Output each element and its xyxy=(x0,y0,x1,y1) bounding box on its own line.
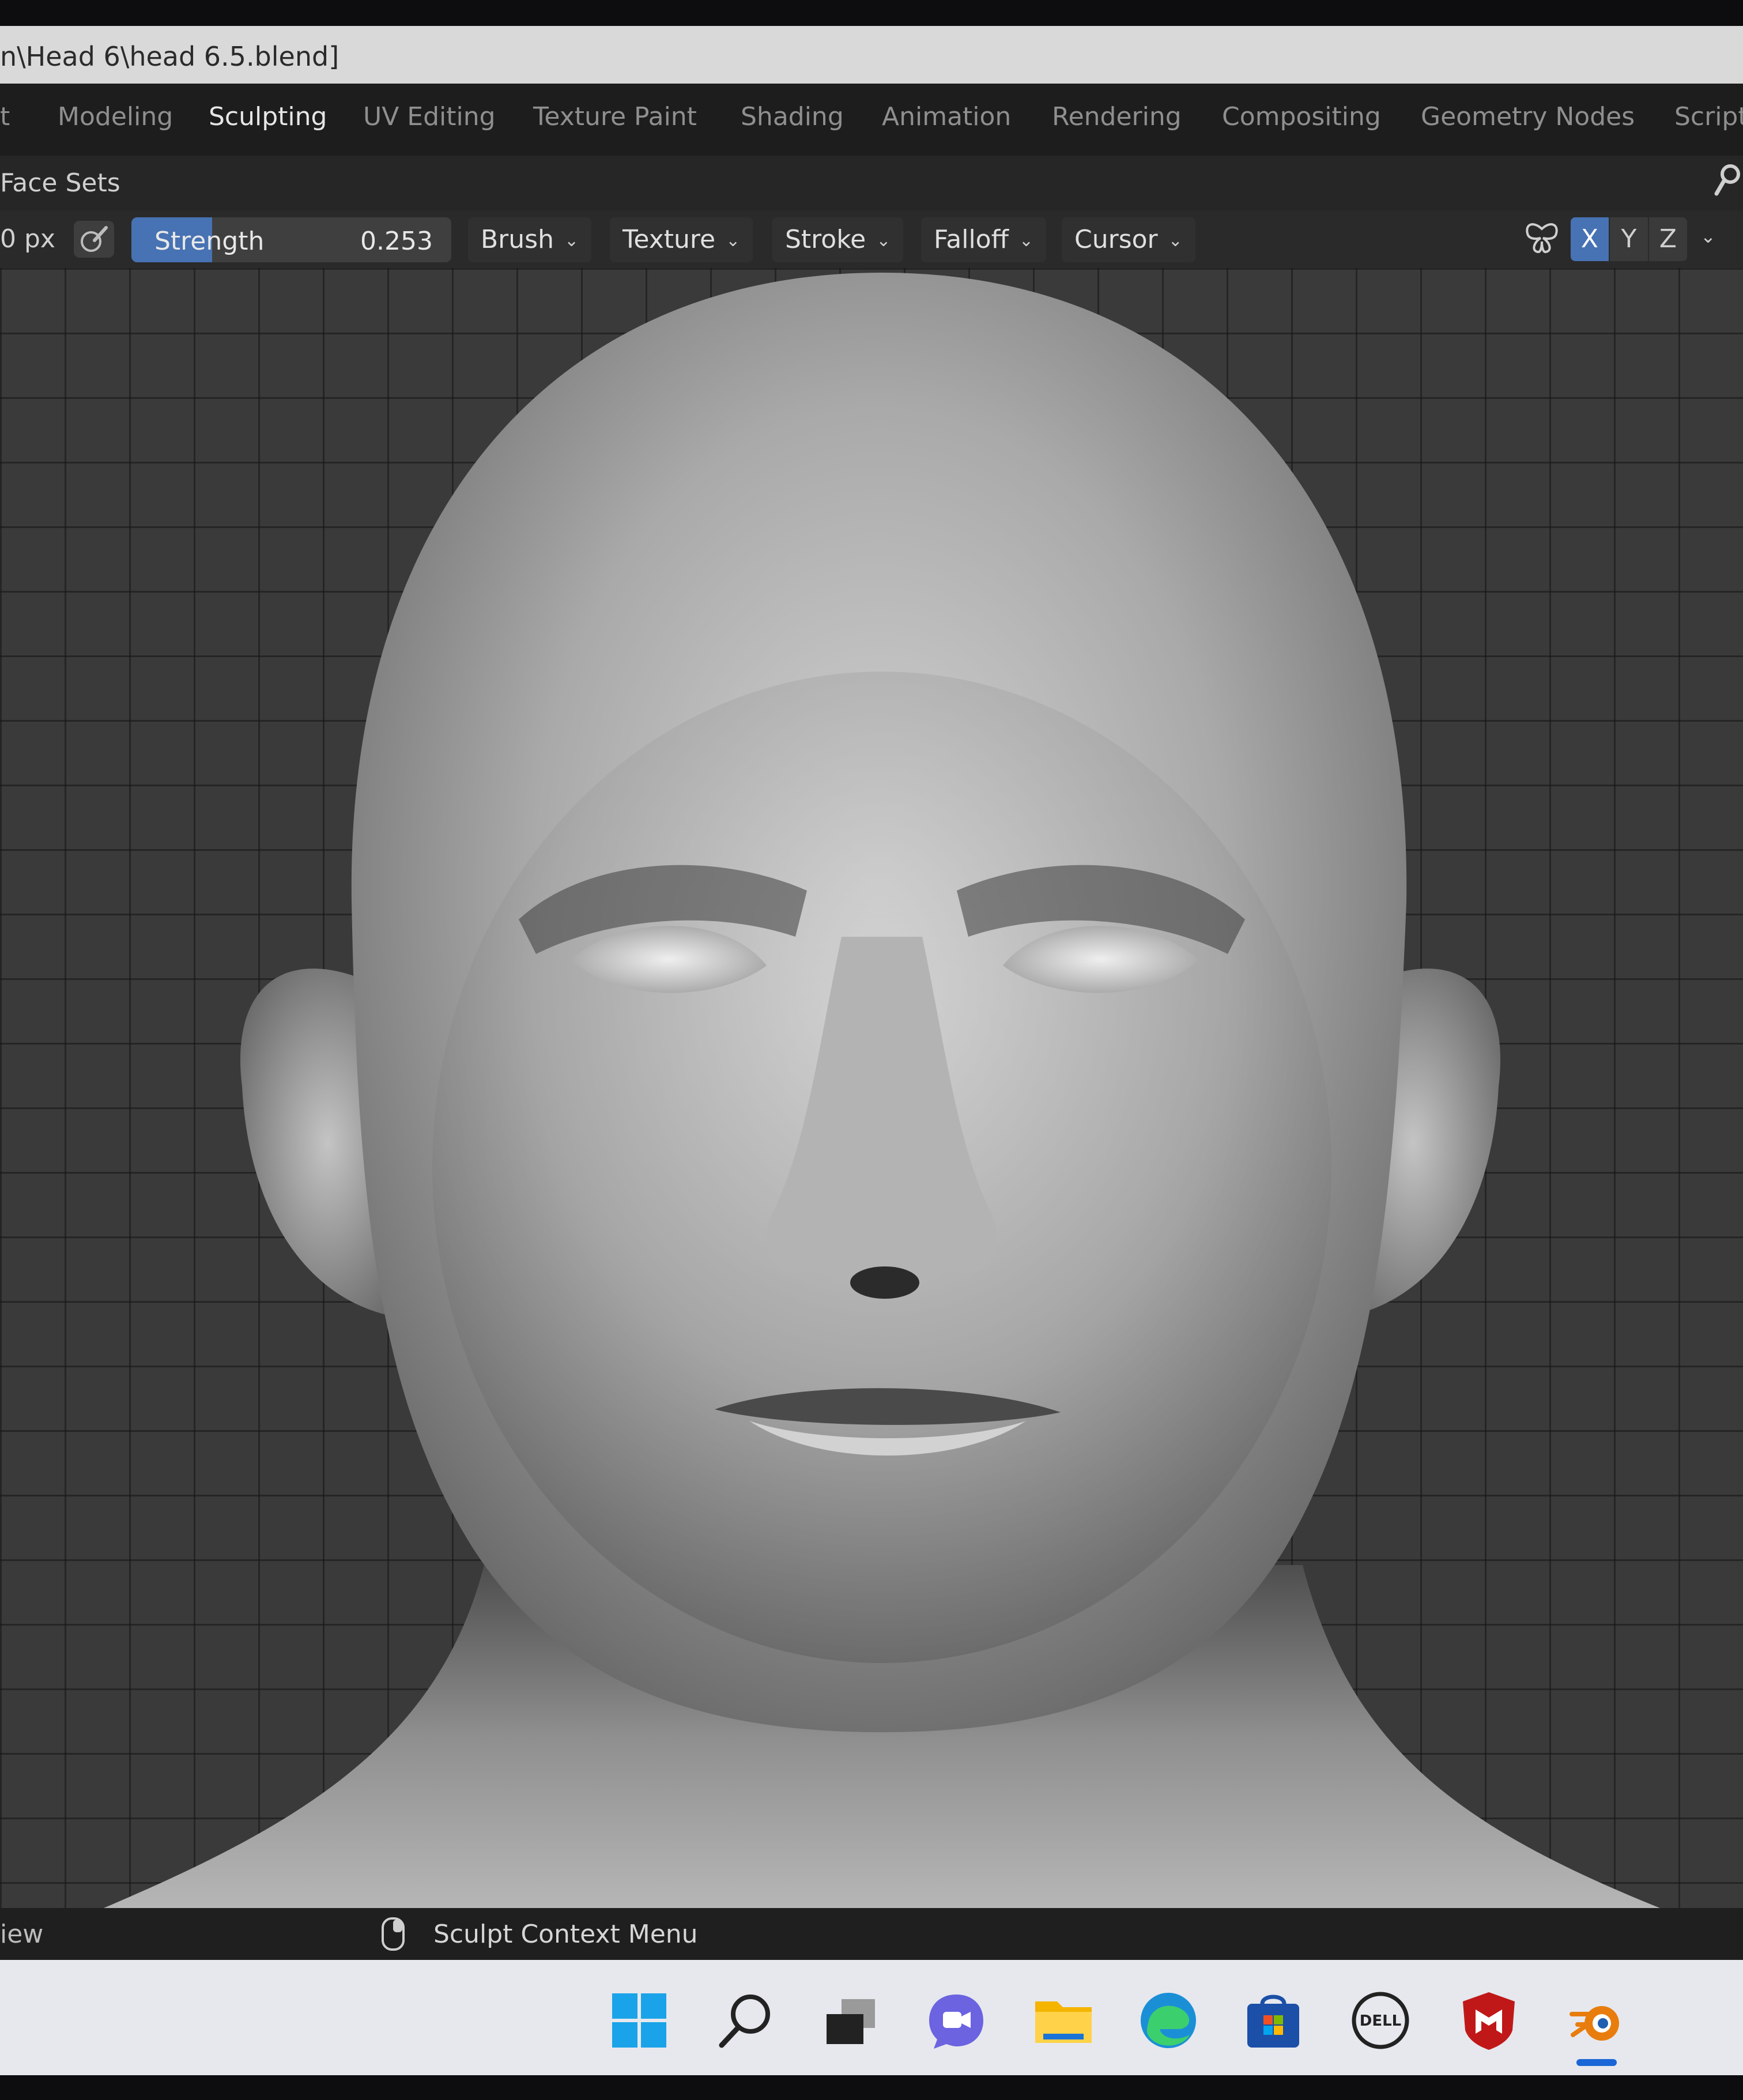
brush-menu[interactable]: Brush ⌄ xyxy=(468,217,592,262)
tab-texture-paint[interactable]: Texture Paint xyxy=(533,102,697,131)
dell-icon[interactable]: DELL xyxy=(1349,1989,1412,2052)
tab-sculpting[interactable]: Sculpting xyxy=(209,102,327,131)
chevron-down-icon: ⌄ xyxy=(564,231,579,251)
texture-menu[interactable]: Texture ⌄ xyxy=(610,217,753,262)
svg-text:DELL: DELL xyxy=(1360,2012,1401,2030)
store-icon[interactable] xyxy=(1242,1989,1305,2052)
workspace-tabs: t Modeling Sculpting UV Editing Texture … xyxy=(0,84,1743,156)
brush-menu-label: Brush xyxy=(481,225,554,254)
tab-rendering[interactable]: Rendering xyxy=(1052,102,1182,131)
mirror-z-toggle[interactable]: Z xyxy=(1649,217,1687,261)
status-bar: iew Sculpt Context Menu xyxy=(0,1908,1743,1960)
windows-start-icon[interactable] xyxy=(608,1989,671,2052)
tab-geometry-nodes[interactable]: Geometry Nodes xyxy=(1421,102,1635,131)
tab-compositing[interactable]: Compositing xyxy=(1222,102,1381,131)
tab-scripting[interactable]: Script xyxy=(1674,102,1743,131)
chevron-down-icon: ⌄ xyxy=(876,231,891,251)
sculpted-head xyxy=(104,273,1660,1908)
pin-icon[interactable] xyxy=(1713,164,1741,197)
butterfly-symmetry-icon[interactable] xyxy=(1522,218,1562,259)
radius-field[interactable]: 0 px xyxy=(0,224,55,254)
face-sets-menu[interactable]: Face Sets xyxy=(0,168,120,198)
right-mouse-icon xyxy=(382,1917,405,1951)
strength-value: 0.253 xyxy=(360,227,433,256)
chevron-down-icon: ⌄ xyxy=(1018,231,1034,251)
3d-viewport[interactable] xyxy=(0,268,1743,1908)
tool-settings-bar: 0 px Strength 0.253 Brush ⌄ Texture ⌄ Stro… xyxy=(0,210,1743,268)
window-title-bar: n\Head 6\head 6.5.blend] xyxy=(0,26,1743,84)
strength-slider[interactable]: Strength 0.253 xyxy=(131,217,451,262)
cursor-menu-label: Cursor xyxy=(1074,225,1158,254)
tab-modeling[interactable]: Modeling xyxy=(58,102,173,131)
pen-pressure-icon[interactable] xyxy=(74,221,114,258)
chevron-down-icon[interactable]: ⌄ xyxy=(1700,225,1716,247)
stroke-menu[interactable]: Stroke ⌄ xyxy=(772,217,904,262)
search-icon[interactable] xyxy=(715,1989,778,2052)
chevron-down-icon: ⌄ xyxy=(726,231,741,251)
tab-uv-editing[interactable]: UV Editing xyxy=(363,102,496,131)
mirror-y-toggle[interactable]: Y xyxy=(1610,217,1648,261)
texture-menu-label: Texture xyxy=(622,225,716,254)
chevron-down-icon: ⌄ xyxy=(1168,231,1183,251)
chat-icon[interactable] xyxy=(925,1989,988,2052)
tab-layout[interactable]: t xyxy=(0,102,10,131)
mirror-x-toggle[interactable]: X xyxy=(1571,217,1609,261)
falloff-menu[interactable]: Falloff ⌄ xyxy=(921,217,1047,262)
tab-animation[interactable]: Animation xyxy=(882,102,1011,131)
strength-label: Strength xyxy=(154,227,265,256)
stroke-menu-label: Stroke xyxy=(785,225,866,254)
taskbar: DELL xyxy=(0,1960,1743,2075)
sculpt-context-menu-hint: Sculpt Context Menu xyxy=(433,1920,698,1949)
falloff-menu-label: Falloff xyxy=(934,225,1009,254)
tab-shading[interactable]: Shading xyxy=(741,102,844,131)
file-explorer-icon[interactable] xyxy=(1032,1989,1095,2052)
edge-icon[interactable] xyxy=(1137,1989,1200,2052)
active-app-indicator xyxy=(1576,2059,1617,2066)
view-hint: iew xyxy=(0,1920,44,1949)
blender-icon[interactable] xyxy=(1565,1989,1628,2052)
cursor-menu[interactable]: Cursor ⌄ xyxy=(1062,217,1195,262)
editor-header: Face Sets xyxy=(0,156,1743,210)
mcafee-icon[interactable] xyxy=(1457,1989,1521,2052)
window-title: n\Head 6\head 6.5.blend] xyxy=(0,41,339,72)
task-view-icon[interactable] xyxy=(818,1989,882,2052)
